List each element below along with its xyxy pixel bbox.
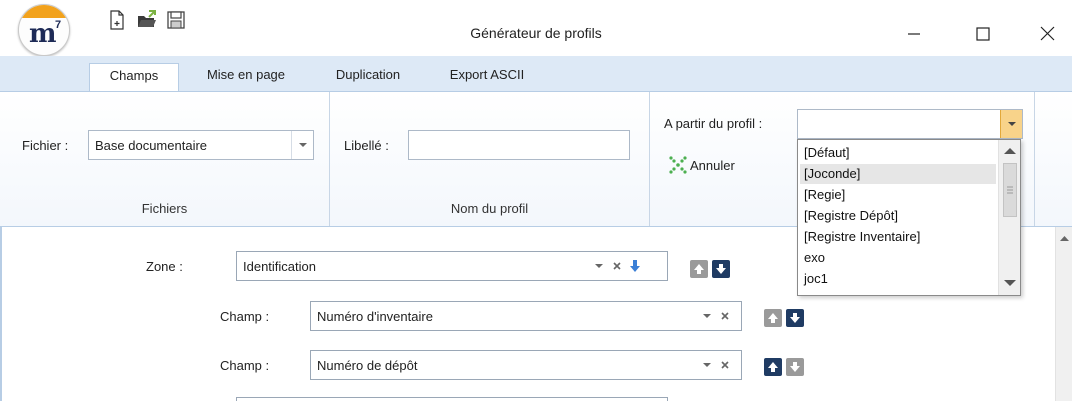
- fichier-select-value: Base documentaire: [95, 138, 208, 153]
- move-down-button[interactable]: [786, 309, 804, 327]
- arrow-up-icon: [768, 313, 778, 323]
- main-scrollbar[interactable]: [1055, 227, 1072, 401]
- move-down-button[interactable]: [712, 260, 730, 278]
- libelle-label: Libellé :: [344, 138, 389, 153]
- scroll-up-icon[interactable]: [999, 144, 1021, 158]
- scroll-down-icon[interactable]: [999, 276, 1021, 290]
- dropdown-option[interactable]: [Défaut]: [800, 143, 996, 163]
- dropdown-option[interactable]: joc1: [800, 269, 996, 289]
- arrow-up-icon: [694, 264, 704, 274]
- ribbon-tab-bar: Champs Mise en page Duplication Export A…: [0, 56, 1072, 91]
- arrow-down-icon: [790, 362, 800, 372]
- close-button[interactable]: [1025, 14, 1071, 48]
- move-down-button[interactable]: [786, 358, 804, 376]
- dropdown-scrollbar[interactable]: [998, 140, 1020, 295]
- annuler-label: Annuler: [690, 158, 735, 173]
- champ-select-buttons: [697, 302, 741, 330]
- group-nom-du-profil: Libellé : Nom du profil: [330, 92, 650, 226]
- arrow-down-icon: [716, 264, 726, 274]
- champ-label: Champ :: [220, 309, 270, 324]
- champ-select-buttons: [697, 351, 741, 379]
- group-label-fichiers: Fichiers: [141, 201, 188, 216]
- chevron-down-icon[interactable]: [1000, 110, 1022, 138]
- clear-icon[interactable]: [717, 357, 733, 373]
- champ-select[interactable]: Numéro de dépôt: [310, 350, 742, 380]
- dropdown-option[interactable]: [Registre Dépôt]: [800, 206, 996, 226]
- profil-label: A partir du profil :: [664, 116, 763, 131]
- zone-select-value: Identification: [243, 259, 316, 274]
- champ-select-value: Numéro d'inventaire: [317, 309, 433, 324]
- zone-label: Zone :: [146, 259, 183, 274]
- tab-champs[interactable]: Champs: [89, 63, 179, 91]
- chevron-down-icon[interactable]: [591, 258, 607, 274]
- group-label-nom-du-profil: Nom du profil: [450, 201, 529, 216]
- tab-export-ascii[interactable]: Export ASCII: [432, 63, 542, 91]
- title-bar: m 7 Générateur de profils: [0, 0, 1072, 56]
- move-up-button[interactable]: [690, 260, 708, 278]
- libelle-input[interactable]: [408, 130, 630, 160]
- fichier-label: Fichier :: [22, 138, 69, 153]
- dropdown-option[interactable]: exo: [800, 248, 996, 268]
- arrow-down-icon[interactable]: [627, 258, 643, 274]
- champ-select-value: Numéro de dépôt: [317, 358, 418, 373]
- dropdown-option[interactable]: [Regie]: [800, 185, 996, 205]
- dropdown-option[interactable]: [Registre Inventaire]: [800, 227, 996, 247]
- tab-mise-en-page[interactable]: Mise en page: [190, 63, 302, 91]
- profil-dropdown-list[interactable]: [Défaut] [Joconde] [Regie] [Registre Dép…: [797, 139, 1021, 296]
- chevron-down-icon[interactable]: [291, 131, 313, 159]
- zone-select[interactable]: Identification: [236, 251, 668, 281]
- maximize-button[interactable]: [960, 14, 1006, 48]
- group-fichiers: Fichier : Base documentaire Fichiers: [0, 92, 330, 226]
- chevron-down-icon[interactable]: [699, 357, 715, 373]
- profil-select[interactable]: [797, 109, 1023, 139]
- logo-band: [19, 5, 69, 18]
- zone-select-buttons: [589, 252, 667, 280]
- zone-select-partial[interactable]: [236, 397, 668, 401]
- dropdown-option-highlighted[interactable]: [Joconde]: [800, 164, 996, 184]
- dropdown-scroll-thumb[interactable]: [1003, 163, 1017, 217]
- minimize-button[interactable]: [890, 14, 936, 48]
- clear-icon[interactable]: [609, 258, 625, 274]
- clear-icon[interactable]: [717, 308, 733, 324]
- move-up-button[interactable]: [764, 309, 782, 327]
- annuler-button[interactable]: Annuler: [668, 155, 735, 177]
- arrow-up-icon: [768, 362, 778, 372]
- champ-label: Champ :: [220, 358, 270, 373]
- champ-select[interactable]: Numéro d'inventaire: [310, 301, 742, 331]
- arrow-down-icon: [790, 313, 800, 323]
- tab-duplication[interactable]: Duplication: [314, 63, 422, 91]
- scroll-up-icon[interactable]: [1056, 231, 1072, 245]
- chevron-down-icon[interactable]: [699, 308, 715, 324]
- annuler-icon: [669, 156, 687, 174]
- move-up-button[interactable]: [764, 358, 782, 376]
- fichier-select[interactable]: Base documentaire: [88, 130, 314, 160]
